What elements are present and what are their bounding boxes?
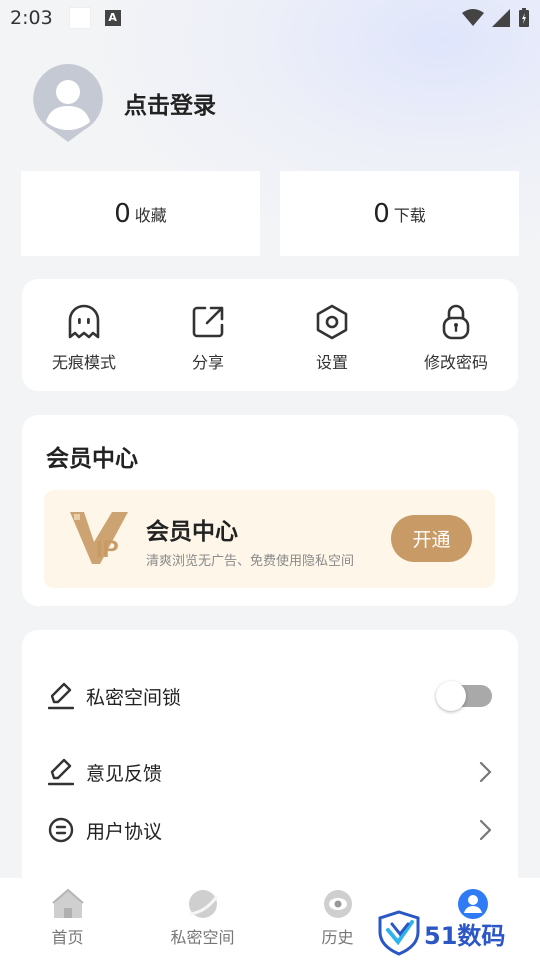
- chevron-right-icon: [479, 819, 492, 841]
- notification-placeholder-icon: [68, 7, 91, 29]
- share-button[interactable]: 分享: [146, 279, 270, 391]
- vip-logo-text: IP: [96, 536, 119, 563]
- private-space-lock-toggle[interactable]: [436, 681, 492, 711]
- vip-section-title: 会员中心: [46, 446, 138, 472]
- settings-label: 设置: [315, 353, 348, 372]
- pen-icon: [48, 758, 74, 786]
- favorites-label: 收藏: [134, 205, 167, 225]
- tab-home-label: 首页: [51, 928, 84, 947]
- tab-home[interactable]: 首页: [0, 878, 135, 960]
- tab-private-space-label: 私密空间: [170, 928, 235, 947]
- feedback-label: 意见反馈: [86, 762, 163, 785]
- home-icon: [51, 888, 84, 918]
- vip-banner-description: 清爽浏览无广告、免费使用隐私空间: [146, 554, 355, 569]
- pen-icon: [48, 682, 74, 710]
- favorites-count: 0: [114, 198, 131, 229]
- tab-private-space[interactable]: 私密空间: [135, 878, 270, 960]
- downloads-count: 0: [373, 198, 390, 229]
- status-bar: 2:03 A: [0, 0, 540, 36]
- battery-icon: [519, 8, 529, 27]
- vip-banner-title: 会员中心: [146, 519, 238, 545]
- lock-icon: [442, 304, 470, 340]
- user-agreement-row[interactable]: 用户协议: [48, 810, 492, 850]
- chevron-right-icon: [479, 761, 492, 783]
- change-password-button[interactable]: 修改密码: [394, 279, 518, 391]
- private-space-lock-row[interactable]: 私密空间锁: [48, 676, 492, 716]
- tab-history-label: 历史: [321, 928, 354, 947]
- downloads-stat-card[interactable]: 0 下载: [280, 171, 519, 256]
- downloads-label: 下载: [393, 205, 426, 225]
- change-password-label: 修改密码: [423, 353, 488, 372]
- feedback-row[interactable]: 意见反馈: [48, 752, 492, 792]
- keyboard-a-icon: A: [104, 10, 121, 26]
- user-agreement-label: 用户协议: [86, 820, 163, 843]
- settings-hexagon-icon: [316, 304, 348, 340]
- share-icon: [192, 306, 224, 338]
- default-avatar-icon: [33, 64, 103, 142]
- favorites-stat-card[interactable]: 0 收藏: [21, 171, 260, 256]
- shield-logo-icon: [378, 910, 420, 956]
- login-prompt[interactable]: 点击登录: [124, 86, 216, 120]
- eye-icon: [323, 890, 352, 918]
- watermark: 51数码: [378, 910, 505, 956]
- wifi-icon: [462, 9, 484, 26]
- avatar[interactable]: [32, 64, 104, 142]
- quick-actions-card: 无痕模式 分享 设置 修改密码: [22, 279, 518, 391]
- document-circle-icon: [48, 817, 74, 843]
- incognito-mode-button[interactable]: 无痕模式: [22, 279, 146, 391]
- settings-button[interactable]: 设置: [270, 279, 394, 391]
- profile-header[interactable]: 点击登录: [32, 64, 216, 142]
- status-time: 2:03: [10, 7, 53, 29]
- planet-icon: [188, 890, 218, 918]
- cellular-signal-icon: [492, 9, 510, 27]
- toggle-knob: [436, 681, 466, 711]
- watermark-text: 51数码: [424, 921, 506, 950]
- vip-section-card: 会员中心 IP 会员中心 清爽浏览无广告、免费使用隐私空间 开通: [22, 415, 518, 606]
- share-label: 分享: [191, 353, 224, 372]
- vip-banner[interactable]: IP 会员中心 清爽浏览无广告、免费使用隐私空间 开通: [44, 490, 495, 588]
- incognito-mode-label: 无痕模式: [51, 353, 116, 372]
- vip-open-button[interactable]: 开通: [391, 515, 472, 562]
- vip-logo: IP: [70, 512, 128, 568]
- ghost-icon: [68, 304, 100, 339]
- private-space-lock-label: 私密空间锁: [86, 686, 182, 709]
